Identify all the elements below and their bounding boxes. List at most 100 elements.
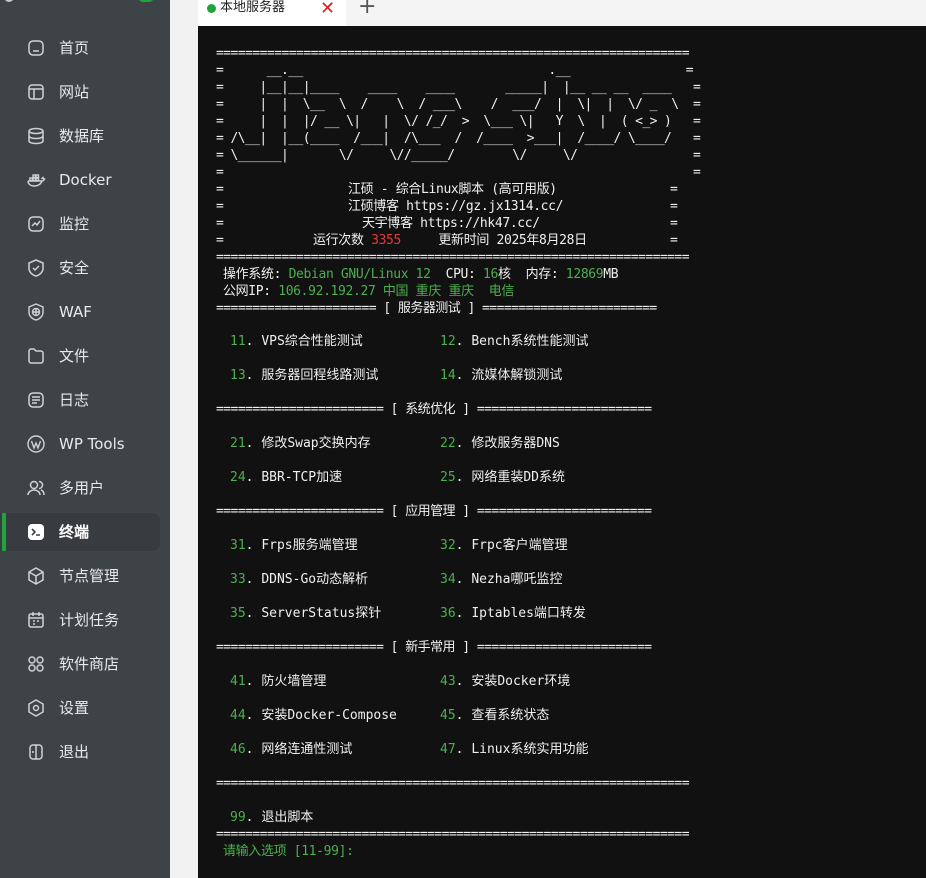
section-rule: ====================== — [216, 301, 377, 316]
banner-line: = | | \__ \ / \ / ___\ / ___/ | \| | \/ … — [216, 97, 701, 112]
info-border-right: = — [670, 216, 678, 231]
option-label: 流媒体解锁测试 — [471, 368, 563, 383]
option-number: 35 — [230, 606, 246, 621]
blog2-url[interactable]: https://hk47.cc/ — [420, 216, 540, 231]
info-border-left: = — [216, 216, 224, 231]
os-label: 操作系统: — [223, 267, 282, 282]
sidebar-item-label: 首页 — [59, 39, 90, 57]
sidebar-item-monitor[interactable]: 监控 — [0, 205, 160, 243]
banner-line: = | | |/ __ \| | \/ /_/ > \___ \| Y \ | … — [216, 114, 701, 129]
sidebar-item-wp-tools[interactable]: WP Tools — [0, 425, 160, 463]
mem-label: 内存: — [525, 267, 559, 282]
monitor-icon — [26, 214, 46, 234]
blog2-label: 天宇博客 — [362, 216, 413, 231]
sidebar-item-files[interactable]: 文件 — [0, 337, 160, 375]
section-title: [ 新手常用 ] — [390, 640, 470, 655]
sidebar-item-label: 设置 — [59, 699, 90, 717]
sidebar-item-logout[interactable]: 退出 — [0, 733, 160, 771]
blog1-url[interactable]: https://gz.jx1314.cc/ — [406, 199, 563, 214]
sidebar-item-docker[interactable]: Docker — [0, 161, 160, 199]
sidebar-item-label: 监控 — [59, 215, 90, 233]
ip-label: 公网IP: — [223, 284, 271, 299]
menu-option: 14. 流媒体解锁测试 — [440, 368, 563, 383]
sidebar-item-label: 网站 — [59, 83, 90, 101]
sidebar-item-settings[interactable]: 设置 — [0, 689, 160, 727]
script-title: 江硕 - 综合Linux脚本 (高可用版) — [348, 182, 557, 197]
sidebar-item-cron[interactable]: 计划任务 — [0, 601, 160, 639]
menu-option: 12. Bench系统性能测试 — [440, 334, 589, 349]
option-number: 22 — [440, 436, 456, 451]
input-prompt[interactable]: 请输入选项 [11-99]: — [223, 843, 354, 860]
home-icon — [26, 38, 46, 58]
sidebar-item-terminal[interactable]: 终端 — [0, 513, 160, 551]
sidebar-item-app-store[interactable]: 软件商店 — [0, 645, 160, 683]
add-tab-button[interactable]: + — [358, 0, 376, 18]
border-line: ========================================… — [216, 46, 690, 61]
updated-label: 更新时间 — [438, 233, 490, 248]
terminal-icon — [26, 522, 46, 542]
section-header: ======================= [ 新手常用 ] =======… — [216, 639, 652, 656]
sidebar-item-security[interactable]: 安全 — [0, 249, 160, 287]
sidebar-item-label: 安全 — [59, 259, 90, 277]
content-gutter — [170, 0, 198, 878]
section-header: ====================== [ 服务器测试 ] =======… — [216, 300, 657, 317]
option-label: Nezha哪吒监控 — [471, 572, 563, 587]
menu-option: 22. 修改服务器DNS — [440, 436, 560, 451]
menu-option: 33. DDNS-Go动态解析 — [230, 572, 369, 587]
menu-option: 43. 安装Docker环境 — [440, 674, 571, 689]
sidebar-item-waf[interactable]: WAF — [0, 293, 160, 331]
option-number: 12 — [440, 334, 456, 349]
menu-option: 44. 安装Docker-Compose — [230, 708, 397, 723]
sidebar-item-multi-user[interactable]: 多用户 — [0, 469, 160, 507]
updated-value: 2025年8月28日 — [496, 233, 588, 248]
tab-local-server[interactable]: 本地服务器 ✕ — [198, 0, 346, 26]
terminal-tab-bar: 本地服务器 ✕ + — [198, 0, 926, 26]
sidebar-item-label: 文件 — [59, 347, 90, 365]
runs-line: 运行次数 3355 更新时间 2025年8月28日 — [313, 232, 587, 249]
website-icon — [26, 82, 46, 102]
sidebar-item-database[interactable]: 数据库 — [0, 117, 160, 155]
section-rule: ======================= — [216, 640, 384, 655]
sidebar-item-label: WP Tools — [59, 435, 125, 453]
menu-option: 35. ServerStatus探针 — [230, 606, 382, 621]
terminal-output[interactable]: ========================================… — [198, 26, 926, 878]
sidebar-item-label: 多用户 — [59, 479, 105, 497]
connection-status-icon — [207, 4, 216, 13]
section-rule: ======================= — [216, 402, 384, 417]
sidebar-item-logs[interactable]: 日志 — [0, 381, 160, 419]
option-label: DDNS-Go动态解析 — [261, 572, 369, 587]
menu-option: 13. 服务器回程线路测试 — [230, 368, 379, 383]
info-border-left: = — [216, 233, 224, 248]
info-border-left: = — [216, 199, 224, 214]
option-label: 服务器回程线路测试 — [261, 368, 379, 383]
ip-line: 公网IP: 106.92.192.27 中国 重庆 重庆 电信 — [223, 283, 514, 300]
menu-option: 34. Nezha哪吒监控 — [440, 572, 563, 587]
sidebar-item-home[interactable]: 首页 — [0, 29, 160, 67]
option-number: 34 — [440, 572, 456, 587]
option-label: 网络重装DD系统 — [471, 470, 565, 485]
mem-unit: MB — [603, 267, 619, 282]
sidebar-item-website[interactable]: 网站 — [0, 73, 160, 111]
section-rule: ======================== — [476, 402, 652, 417]
option-label: Bench系统性能测试 — [471, 334, 589, 349]
database-icon — [26, 126, 46, 146]
option-label: 网络连通性测试 — [261, 742, 353, 757]
option-number: 14 — [440, 368, 456, 383]
runs-value: 3355 — [371, 233, 402, 248]
sidebar-item-node-management[interactable]: 节点管理 — [0, 557, 160, 595]
option-number: 32 — [440, 538, 456, 553]
option-number: 36 — [440, 606, 456, 621]
option-number: 46 — [230, 742, 246, 757]
sidebar-item-label: 终端 — [59, 523, 90, 541]
option-label: 修改服务器DNS — [471, 436, 560, 451]
menu-option: 36. Iptables端口转发 — [440, 606, 586, 621]
sidebar-item-label: 计划任务 — [59, 611, 120, 629]
sidebar-item-label: WAF — [59, 303, 92, 321]
blog2-line: 天宇博客 https://hk47.cc/ — [362, 215, 540, 232]
logo-icon — [4, 0, 14, 2]
menu-option: 11. VPS综合性能测试 — [230, 334, 363, 349]
option-label: 查看系统状态 — [471, 708, 550, 723]
option-label: 修改Swap交换内存 — [261, 436, 371, 451]
blog1-label: 江硕博客 — [348, 199, 399, 214]
close-icon[interactable]: ✕ — [320, 0, 335, 18]
